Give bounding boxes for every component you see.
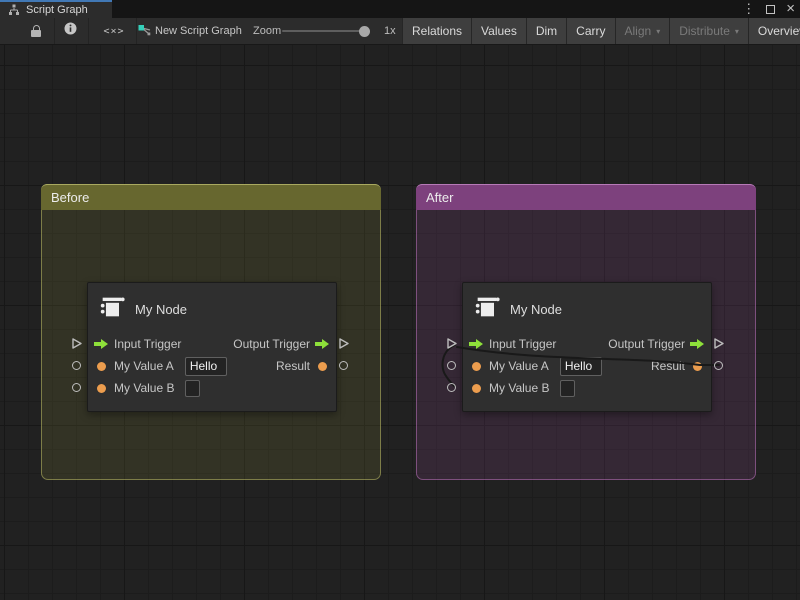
- align-button[interactable]: Align ▾: [615, 18, 670, 44]
- carry-button[interactable]: Carry: [566, 18, 614, 44]
- external-value-port[interactable]: [714, 361, 723, 370]
- external-flow-input-port[interactable]: [446, 337, 458, 355]
- lock-button[interactable]: [22, 18, 50, 44]
- value-a-input[interactable]: [560, 357, 602, 376]
- code-icon: <×>: [103, 26, 124, 37]
- port-label: Input Trigger: [114, 337, 181, 351]
- value-port-icon[interactable]: [472, 384, 481, 393]
- tab-title: Script Graph: [26, 4, 88, 16]
- flow-input-arrow-icon[interactable]: [469, 338, 484, 350]
- window-tab-bar: Script Graph ⋮ ×: [0, 0, 800, 18]
- zoom-value: 1x: [384, 18, 396, 44]
- external-flow-input-port[interactable]: [71, 337, 83, 355]
- flow-input-arrow-icon[interactable]: [94, 338, 109, 350]
- port-label: Output Trigger: [608, 337, 685, 351]
- external-value-port[interactable]: [72, 383, 81, 392]
- maximize-icon[interactable]: [766, 5, 775, 14]
- node-row-value-a: My Value A Result: [88, 356, 336, 376]
- node-header: My Node: [98, 293, 187, 326]
- chevron-down-icon: ▾: [656, 27, 660, 36]
- values-button[interactable]: Values: [471, 18, 526, 44]
- port-label: Input Trigger: [489, 337, 556, 351]
- graph-hierarchy-icon: [6, 4, 21, 16]
- lock-icon: [31, 25, 41, 37]
- node-row-value-b: My Value B: [463, 378, 711, 398]
- window-controls: ⋮ ×: [742, 0, 795, 18]
- port-label: Result: [276, 359, 310, 373]
- external-value-port[interactable]: [447, 361, 456, 370]
- toolbar-button-strip: Relations Values Dim Carry Align ▾ Distr…: [402, 18, 800, 44]
- chevron-down-icon: ▾: [735, 27, 739, 36]
- node-my-node-after[interactable]: My Node Input Trigger Output Trigger: [462, 282, 712, 412]
- tab-script-graph[interactable]: Script Graph: [0, 0, 112, 18]
- graph-asset-icon: [138, 18, 152, 44]
- graph-toolbar: <×> New Script Graph Zoom 1x Relations V…: [0, 18, 800, 45]
- info-icon: [64, 22, 77, 40]
- code-preview-button[interactable]: <×>: [94, 18, 134, 44]
- graph-title: New Script Graph: [155, 18, 242, 44]
- unit-node-icon: [98, 293, 126, 326]
- node-row-triggers: Input Trigger Output Trigger: [88, 334, 336, 354]
- node-title: My Node: [135, 302, 187, 317]
- group-label: Before: [51, 190, 89, 205]
- flow-output-arrow-icon[interactable]: [315, 338, 330, 350]
- port-label: My Value B: [489, 381, 549, 395]
- close-icon[interactable]: ×: [786, 0, 795, 18]
- port-label: Result: [651, 359, 685, 373]
- port-label: Output Trigger: [233, 337, 310, 351]
- node-row-value-a: My Value A Result: [463, 356, 711, 376]
- node-row-triggers: Input Trigger Output Trigger: [463, 334, 711, 354]
- group-label: After: [426, 190, 453, 205]
- external-flow-output-port[interactable]: [713, 337, 725, 355]
- value-b-checkbox[interactable]: [560, 380, 575, 397]
- unit-node-icon: [473, 293, 501, 326]
- value-a-input[interactable]: [185, 357, 227, 376]
- group-before-header[interactable]: Before: [41, 184, 381, 210]
- dim-button[interactable]: Dim: [526, 18, 566, 44]
- group-before: Before My Node: [41, 184, 381, 480]
- node-title: My Node: [510, 302, 562, 317]
- node-my-node-before[interactable]: My Node Input Trigger Output Trigger: [87, 282, 337, 412]
- graph-canvas[interactable]: Before My Node: [0, 45, 800, 600]
- external-value-port[interactable]: [447, 383, 456, 392]
- value-port-icon[interactable]: [97, 362, 106, 371]
- relations-button[interactable]: Relations: [402, 18, 471, 44]
- overview-button[interactable]: Overview: [748, 18, 800, 44]
- kebab-menu-icon[interactable]: ⋮: [742, 0, 755, 18]
- zoom-slider-handle[interactable]: [359, 26, 370, 37]
- value-b-checkbox[interactable]: [185, 380, 200, 397]
- port-label: My Value B: [114, 381, 174, 395]
- info-button[interactable]: [56, 18, 84, 44]
- port-label: My Value A: [114, 359, 174, 373]
- zoom-slider-track[interactable]: [282, 30, 370, 32]
- value-port-icon[interactable]: [472, 362, 481, 371]
- port-label: My Value A: [489, 359, 549, 373]
- group-after-header[interactable]: After: [416, 184, 756, 210]
- value-port-icon[interactable]: [97, 384, 106, 393]
- group-after: After My Node: [416, 184, 756, 480]
- external-flow-output-port[interactable]: [338, 337, 350, 355]
- node-header: My Node: [473, 293, 562, 326]
- zoom-label: Zoom: [253, 18, 281, 44]
- distribute-button[interactable]: Distribute ▾: [669, 18, 748, 44]
- external-value-port[interactable]: [72, 361, 81, 370]
- value-port-icon[interactable]: [318, 362, 327, 371]
- external-value-port[interactable]: [339, 361, 348, 370]
- node-row-value-b: My Value B: [88, 378, 336, 398]
- flow-output-arrow-icon[interactable]: [690, 338, 705, 350]
- value-port-icon[interactable]: [693, 362, 702, 371]
